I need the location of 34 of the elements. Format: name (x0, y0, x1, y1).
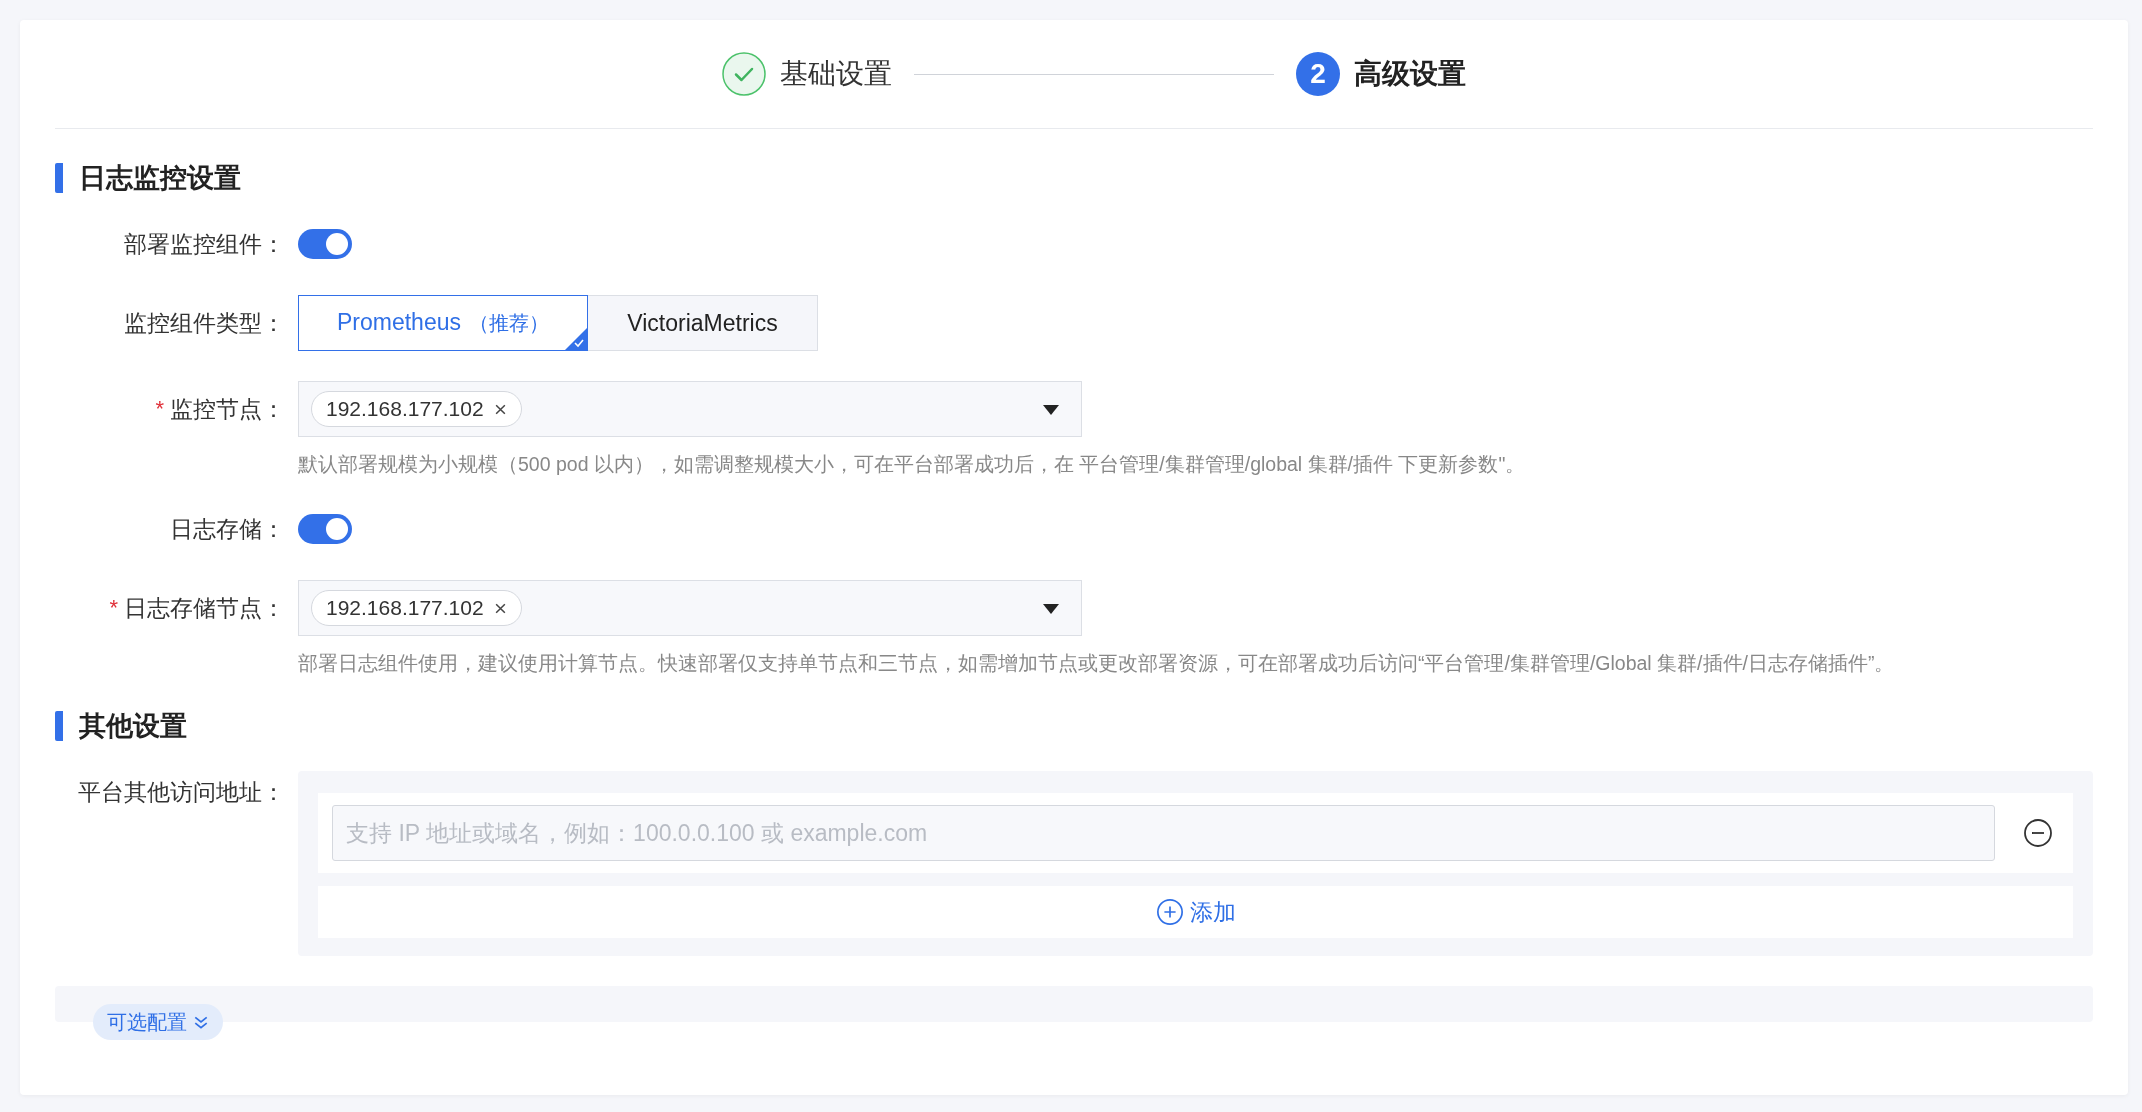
check-corner-icon (565, 328, 587, 350)
ip-tag: 192.168.177.102 (311, 391, 522, 427)
field-label: 日志存储节点： (124, 593, 285, 623)
multi-select[interactable]: 192.168.177.102 (298, 580, 1082, 636)
step-label: 高级设置 (1354, 57, 1466, 91)
close-icon[interactable] (493, 402, 507, 416)
close-icon[interactable] (493, 601, 507, 615)
required-asterisk: * (109, 595, 118, 621)
add-button[interactable]: 添加 (318, 886, 2073, 938)
field-label: 部署监控组件： (124, 229, 285, 259)
section-title: 日志监控设置 (55, 163, 2093, 193)
caret-icon (1043, 604, 1059, 614)
optional-config-toggle[interactable]: 可选配置 (93, 1004, 223, 1040)
step-label: 基础设置 (780, 57, 892, 91)
double-chevron-icon (193, 1014, 209, 1030)
toggle-switch[interactable] (298, 514, 352, 544)
field-label: 监控组件类型： (124, 308, 285, 338)
step-number: 2 (1296, 52, 1340, 96)
plus-circle-icon (1155, 898, 1184, 926)
field-label: 监控节点： (170, 394, 285, 424)
hint-text: 默认部署规模为小规模（500 pod 以内），如需调整规模大小，可在平台部署成功后，在 平台管理/集群管理/global 集群/插件 下更新参数"。 (298, 452, 1527, 477)
address-input[interactable]: 支持 IP 地址或域名，例如：100.0.0.100 或 example.com (332, 805, 1995, 861)
option-card[interactable]: VictoriaMetrics (588, 295, 818, 351)
required-asterisk: * (155, 396, 164, 422)
multi-select[interactable]: 192.168.177.102 (298, 381, 1082, 437)
toggle-switch[interactable] (298, 229, 352, 259)
field-label: 日志存储： (170, 514, 285, 544)
caret-icon (1043, 405, 1059, 415)
ip-tag: 192.168.177.102 (311, 590, 522, 626)
remove-icon[interactable] (2023, 818, 2053, 848)
field-label: 平台其他访问地址： (78, 777, 285, 807)
option-card[interactable]: Prometheus （推荐） (298, 295, 588, 351)
section-title: 其他设置 (55, 711, 2093, 741)
hint-text: 部署日志组件使用，建议使用计算节点。快速部署仅支持单节点和三节点，如需增加节点或更改部署资源，可在部署成功后访问“平台管理/集群管理/Global 集群/插件/日志存储插件”。 (298, 651, 1896, 676)
